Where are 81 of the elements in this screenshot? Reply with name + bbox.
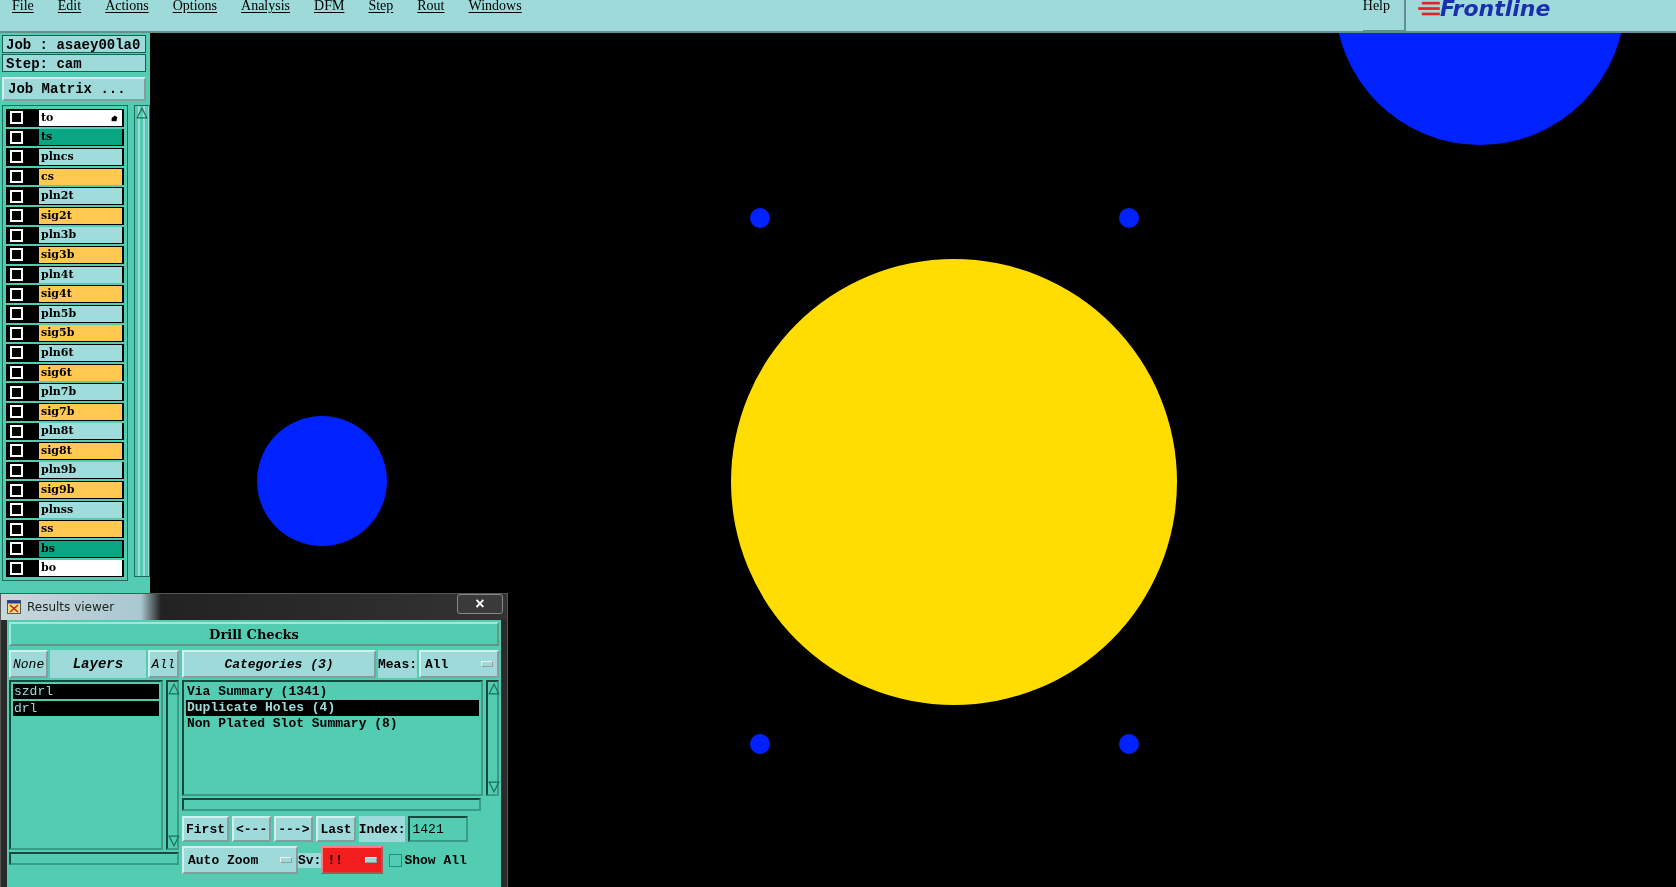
layer-item[interactable]: ts bbox=[39, 129, 122, 146]
menu-item[interactable]: File bbox=[12, 0, 34, 12]
layer-item[interactable]: plnss bbox=[39, 501, 122, 518]
nav-button[interactable]: Last bbox=[316, 816, 356, 842]
via bbox=[1119, 734, 1139, 754]
checkbox[interactable] bbox=[389, 853, 403, 867]
layer-item[interactable]: ss bbox=[39, 521, 122, 538]
filter-button[interactable]: None bbox=[9, 650, 49, 678]
layer-item[interactable]: sig9b bbox=[39, 482, 122, 499]
show-all-label: Show All bbox=[404, 852, 467, 868]
scroll-up-icon[interactable] bbox=[136, 107, 148, 119]
menu-item[interactable]: Actions bbox=[105, 0, 149, 12]
layer-item[interactable]: sig4t bbox=[39, 286, 122, 303]
scrollbar[interactable] bbox=[166, 680, 179, 850]
menu-item[interactable]: Edit bbox=[57, 0, 82, 12]
nav-button[interactable]: ---> bbox=[274, 816, 314, 842]
layer-item[interactable]: cs bbox=[39, 168, 122, 185]
list-item[interactable]: Via Summary (1341) bbox=[186, 684, 479, 700]
menu-item[interactable]: Windows bbox=[468, 0, 522, 12]
scrollbar[interactable] bbox=[9, 852, 179, 865]
menu-item[interactable]: Options bbox=[172, 0, 218, 12]
menu-item[interactable]: Step bbox=[368, 0, 394, 12]
menu-item[interactable]: Analysis bbox=[241, 0, 291, 12]
layer-item[interactable]: pln2t bbox=[39, 188, 122, 205]
layer-item[interactable]: sig3b bbox=[39, 246, 122, 263]
list-item[interactable]: szdrl bbox=[13, 684, 159, 699]
layer-item[interactable]: sig6t bbox=[39, 364, 122, 381]
layer-item[interactable]: sig7b bbox=[39, 403, 122, 420]
job-matrix-button[interactable]: Job Matrix ... bbox=[2, 77, 146, 101]
scrollbar[interactable] bbox=[134, 105, 150, 577]
via bbox=[750, 734, 770, 754]
meas-dropdown[interactable]: All bbox=[419, 650, 499, 678]
layer-item[interactable]: to bbox=[39, 109, 122, 126]
scrollbar[interactable] bbox=[182, 798, 481, 811]
zoom-dropdown[interactable]: Auto Zoom bbox=[182, 846, 298, 874]
scroll-up-icon[interactable] bbox=[488, 683, 500, 695]
severity-label: Sv: bbox=[298, 852, 322, 868]
dropdown-icon bbox=[280, 857, 292, 863]
layer-item[interactable]: bo bbox=[39, 560, 122, 577]
layer-item[interactable]: bs bbox=[39, 540, 122, 557]
section-header: Drill Checks bbox=[9, 622, 499, 646]
scroll-up-icon[interactable] bbox=[168, 683, 180, 695]
dropdown-icon bbox=[365, 857, 378, 863]
menu-item[interactable]: DFM bbox=[314, 0, 345, 12]
speed-lines-icon bbox=[1418, 0, 1440, 18]
dropdown-icon bbox=[481, 661, 493, 667]
layer-item[interactable]: sig8t bbox=[39, 442, 122, 459]
severity-dropdown[interactable]: !! bbox=[321, 846, 384, 874]
index-field[interactable]: 1421 bbox=[408, 816, 469, 842]
index-label: Index: bbox=[358, 816, 406, 842]
scroll-down-icon[interactable] bbox=[488, 781, 500, 793]
job-label: Job : asaey00la0 bbox=[2, 35, 146, 53]
app-icon bbox=[7, 600, 21, 614]
via bbox=[1119, 208, 1139, 228]
list-item[interactable]: Duplicate Holes (4) bbox=[186, 700, 479, 716]
list-item[interactable]: Non Plated Slot Summary (8) bbox=[186, 716, 479, 732]
layer-item[interactable]: pln7b bbox=[39, 384, 122, 401]
layer-item[interactable]: pln4t bbox=[39, 266, 122, 283]
nav-button[interactable]: <--- bbox=[232, 816, 272, 842]
layer-item[interactable]: pln5b bbox=[39, 305, 122, 322]
layer-item[interactable]: sig5b bbox=[39, 325, 122, 342]
menu-item[interactable]: Rout bbox=[417, 0, 445, 12]
close-button[interactable]: × bbox=[457, 594, 503, 614]
filter-button[interactable]: All bbox=[147, 650, 179, 678]
scroll-down-icon[interactable] bbox=[168, 835, 180, 847]
logo-text: Frontline bbox=[1440, 0, 1551, 17]
layer-item[interactable]: pln6t bbox=[39, 344, 122, 361]
nav-button[interactable]: First bbox=[182, 816, 229, 842]
layers-label: Layers bbox=[50, 650, 146, 678]
layer-item[interactable]: plncs bbox=[39, 149, 122, 165]
via bbox=[750, 208, 770, 228]
scrollbar[interactable] bbox=[486, 680, 499, 796]
layer-item[interactable]: pln9b bbox=[39, 462, 122, 479]
layer-item[interactable]: pln8t bbox=[39, 423, 122, 440]
layer-item[interactable]: sig2t bbox=[39, 207, 122, 224]
window-title: Results viewer bbox=[27, 600, 116, 614]
layer-item[interactable]: pln3b bbox=[39, 227, 122, 244]
categories-button[interactable]: Categories (3) bbox=[182, 650, 376, 678]
step-label: Step: cam bbox=[2, 54, 146, 72]
meas-label: Meas: bbox=[378, 650, 417, 678]
list-item[interactable]: drl bbox=[13, 701, 159, 716]
